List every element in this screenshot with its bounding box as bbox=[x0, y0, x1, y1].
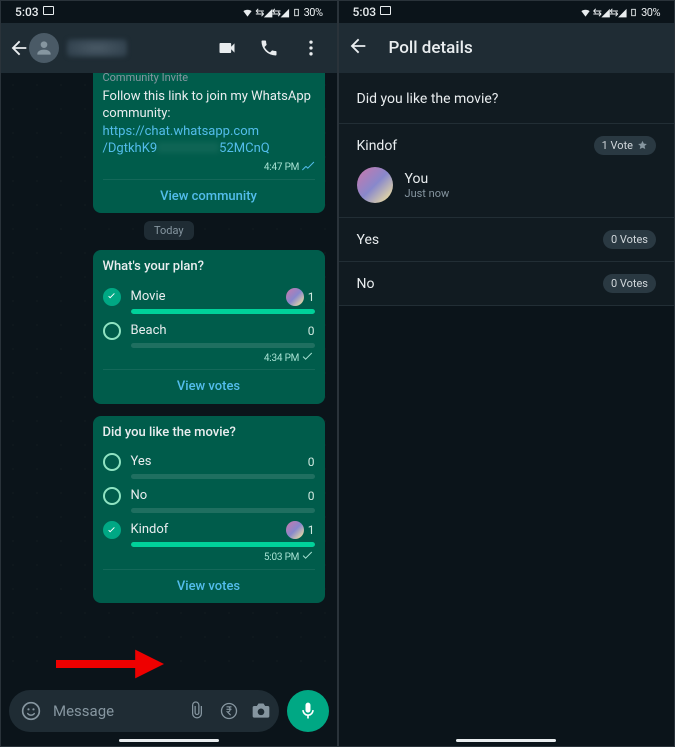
status-time: 5:03 bbox=[15, 5, 54, 19]
mic-button[interactable] bbox=[287, 690, 329, 732]
poll-message-movie-like[interactable]: Did you like the movie? Yes 0 No 0 Kindo… bbox=[93, 416, 325, 604]
page-title: Poll details bbox=[389, 38, 473, 58]
emoji-icon[interactable] bbox=[21, 701, 41, 721]
attach-icon[interactable] bbox=[187, 701, 207, 721]
radio-checked-icon bbox=[103, 521, 121, 539]
contact-avatar[interactable] bbox=[29, 33, 59, 63]
voter-timestamp: Just now bbox=[405, 187, 450, 200]
message-input[interactable]: Message bbox=[9, 690, 279, 732]
poll-option-beach[interactable]: Beach 0 bbox=[103, 318, 315, 342]
status-icons: ⇆◢⇆◢ 30% bbox=[242, 6, 322, 19]
details-header: Poll details bbox=[339, 23, 675, 73]
status-bar: 5:03 ⇆◢⇆◢ 30% bbox=[339, 1, 675, 23]
video-call-icon[interactable] bbox=[217, 38, 237, 58]
status-icons: ⇆◢⇆◢ 30% bbox=[580, 6, 660, 19]
camera-icon[interactable] bbox=[251, 701, 271, 721]
voter-avatar-mini bbox=[286, 521, 304, 539]
view-community-link[interactable]: View community bbox=[103, 179, 315, 208]
back-button[interactable] bbox=[7, 37, 31, 59]
vote-count-badge: 0 Votes bbox=[603, 274, 656, 293]
battery-icon bbox=[291, 7, 302, 18]
poll-option-no[interactable]: No 0 bbox=[103, 483, 315, 507]
poll-option-row-no[interactable]: No 0 Votes bbox=[339, 261, 675, 306]
date-chip: Today bbox=[144, 221, 194, 240]
star-icon bbox=[637, 140, 648, 151]
voter-avatar-mini bbox=[286, 288, 304, 306]
radio-icon bbox=[103, 453, 121, 471]
radio-checked-icon bbox=[103, 288, 121, 306]
voter-row[interactable]: You Just now bbox=[357, 155, 657, 205]
poll-question: Did you like the movie? bbox=[103, 424, 315, 442]
more-icon[interactable] bbox=[301, 38, 321, 58]
voice-call-icon[interactable] bbox=[259, 38, 279, 58]
contact-name-blurred[interactable] bbox=[67, 39, 127, 57]
poll-option-kindof[interactable]: Kindof 1 bbox=[103, 517, 315, 541]
chat-header bbox=[1, 23, 337, 73]
radio-icon bbox=[103, 322, 121, 340]
vote-count-badge: 1 Vote bbox=[594, 136, 656, 155]
rupee-icon[interactable] bbox=[219, 701, 239, 721]
invite-header: Community Invite bbox=[103, 73, 315, 86]
view-votes-link[interactable]: View votes bbox=[103, 569, 315, 598]
voter-name: You bbox=[405, 171, 450, 187]
chat-body: Community Invite Follow this link to joi… bbox=[1, 73, 337, 684]
wifi-icon bbox=[580, 7, 591, 18]
input-placeholder: Message bbox=[53, 702, 175, 720]
invite-link[interactable]: https://chat.whatsapp.com/DgtkhK952MCnQ bbox=[103, 124, 270, 157]
message-input-bar: Message bbox=[1, 684, 337, 746]
poll-question: What's your plan? bbox=[103, 258, 315, 276]
status-time: 5:03 bbox=[353, 5, 392, 19]
battery-icon bbox=[628, 7, 639, 18]
community-invite-message[interactable]: Community Invite Follow this link to joi… bbox=[93, 73, 325, 213]
poll-message-plan[interactable]: What's your plan? Movie 1 Beach 0 4:34 P… bbox=[93, 250, 325, 404]
status-bar: 5:03 ⇆◢⇆◢ 30% bbox=[1, 1, 337, 23]
view-votes-link[interactable]: View votes bbox=[103, 369, 315, 398]
poll-question: Did you like the movie? bbox=[339, 73, 675, 123]
poll-option-row-kindof[interactable]: Kindof 1 Vote You Just now bbox=[339, 123, 675, 217]
voter-avatar bbox=[357, 167, 393, 203]
home-indicator bbox=[119, 739, 219, 742]
poll-option-row-yes[interactable]: Yes 0 Votes bbox=[339, 217, 675, 261]
radio-icon bbox=[103, 487, 121, 505]
vote-count-badge: 0 Votes bbox=[603, 230, 656, 249]
left-phone-whatsapp-chat: 5:03 ⇆◢⇆◢ 30% Community Invite Follow th… bbox=[0, 0, 338, 747]
poll-option-yes[interactable]: Yes 0 bbox=[103, 449, 315, 473]
back-button[interactable] bbox=[347, 35, 369, 61]
right-phone-poll-details: 5:03 ⇆◢⇆◢ 30% Poll details Did you like … bbox=[338, 0, 675, 747]
poll-option-movie[interactable]: Movie 1 bbox=[103, 284, 315, 308]
wifi-icon bbox=[242, 7, 253, 18]
home-indicator bbox=[456, 739, 556, 742]
